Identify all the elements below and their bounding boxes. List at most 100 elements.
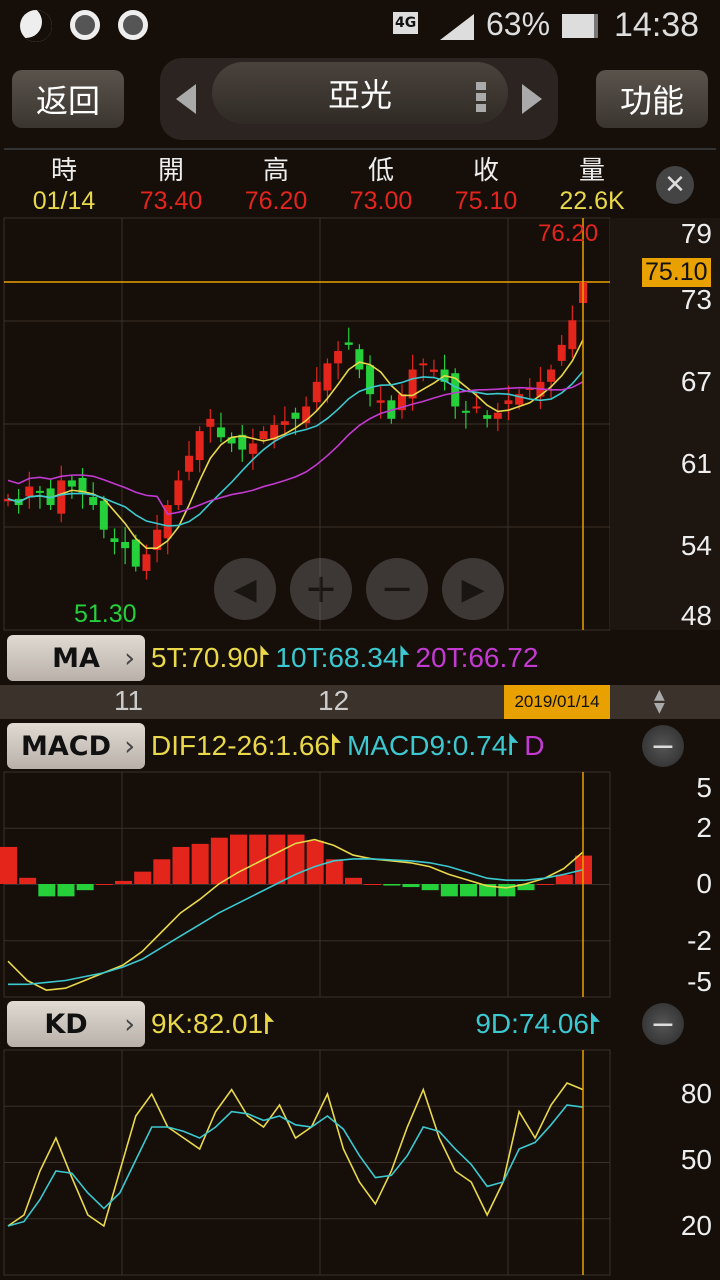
macd-histogram-bar bbox=[421, 884, 439, 891]
scroll-left-button[interactable]: ◀ bbox=[214, 558, 276, 620]
candle-body bbox=[568, 320, 577, 350]
ma5-value: 5T:70.90 bbox=[151, 642, 259, 673]
chevron-right-icon: › bbox=[124, 730, 135, 762]
ma5-line bbox=[7, 339, 584, 549]
candle-body bbox=[142, 554, 151, 571]
candle-body bbox=[419, 363, 428, 366]
flag-icon bbox=[265, 1012, 275, 1034]
ma10-value: 10T:68.34 bbox=[275, 642, 399, 673]
macd-axis: 5 2 0 -2 -5 bbox=[610, 772, 720, 997]
macd-indicator-button[interactable]: MACD › bbox=[7, 723, 145, 769]
candle-body bbox=[57, 480, 66, 514]
y-tick: 0 bbox=[696, 868, 712, 899]
current-price-tag: 75.10 bbox=[642, 258, 711, 287]
date-label: 12 bbox=[318, 685, 350, 716]
zoom-in-button[interactable]: + bbox=[290, 558, 352, 620]
resize-handle-icon[interactable]: ▲ ▼ bbox=[654, 688, 665, 715]
ma-label: MA bbox=[52, 642, 100, 674]
low-marker: 51.30 bbox=[74, 600, 137, 628]
macd-histogram-bar bbox=[191, 843, 209, 884]
ma-indicator-button[interactable]: MA › bbox=[7, 635, 145, 681]
candle-body bbox=[472, 406, 481, 409]
candle-body bbox=[461, 410, 470, 413]
macd-histogram-bar bbox=[172, 846, 190, 884]
y-tick: 80 bbox=[680, 1078, 712, 1109]
k-value: 9K:82.01 bbox=[151, 1008, 264, 1039]
candle-body bbox=[493, 412, 502, 419]
collapse-macd-button[interactable]: − bbox=[642, 725, 684, 767]
macd-histogram-bar bbox=[115, 880, 132, 884]
y-tick: 48 bbox=[680, 600, 712, 631]
flag-icon bbox=[509, 733, 519, 755]
candle-body bbox=[89, 497, 98, 506]
y-tick: -2 bbox=[687, 925, 712, 956]
macd-histogram-bar bbox=[268, 834, 286, 884]
scroll-right-button[interactable]: ▶ bbox=[442, 558, 504, 620]
y-tick: 54 bbox=[680, 530, 712, 561]
k-line bbox=[7, 1082, 584, 1228]
macd-label: MACD bbox=[21, 730, 111, 762]
y-tick: -5 bbox=[687, 966, 712, 997]
candle-body bbox=[185, 455, 194, 472]
flag-icon bbox=[260, 645, 270, 667]
y-tick: 50 bbox=[680, 1144, 712, 1175]
selected-date: 2019/01/14 bbox=[504, 685, 610, 719]
y-tick: 79 bbox=[680, 218, 712, 249]
candle-body bbox=[376, 400, 385, 403]
dif-value: DIF12-26:1.66 bbox=[151, 730, 330, 761]
candle-body bbox=[547, 369, 556, 382]
kd-indicator-button[interactable]: KD › bbox=[7, 1001, 145, 1047]
y-tick: 73 bbox=[680, 284, 712, 315]
candle-body bbox=[504, 400, 513, 405]
flag-icon bbox=[591, 1012, 600, 1034]
chevron-right-icon: › bbox=[124, 1008, 135, 1040]
collapse-kd-button[interactable]: − bbox=[642, 1003, 684, 1045]
ma-values: 5T:70.90 10T:68.34 20T:66.72 bbox=[151, 642, 606, 674]
y-tick: 20 bbox=[680, 1210, 712, 1241]
macd-histogram-bar bbox=[134, 871, 152, 884]
candle-body bbox=[121, 542, 130, 549]
candle-body bbox=[259, 431, 268, 440]
ma20-value: 20T:66.72 bbox=[415, 642, 539, 673]
macd-histogram-bar bbox=[306, 840, 324, 884]
chevron-right-icon: › bbox=[124, 642, 135, 674]
flag-icon bbox=[400, 645, 410, 667]
zoom-out-button[interactable]: − bbox=[366, 558, 428, 620]
macd-histogram-bar bbox=[95, 884, 113, 885]
candle-body bbox=[557, 344, 566, 361]
macd-histogram-bar bbox=[440, 884, 458, 897]
candle-body bbox=[67, 480, 76, 487]
candle-body bbox=[334, 351, 343, 364]
candle-body bbox=[323, 363, 332, 391]
macd-histogram-bar bbox=[57, 884, 75, 897]
candle-body bbox=[99, 500, 108, 530]
kd-legend-row: KD › 9K:82.01 9D:74.06 − bbox=[0, 999, 720, 1049]
date-axis: 11 12 2019/01/14 ▲ ▼ bbox=[0, 685, 720, 719]
d-value: 9D:74.06 bbox=[475, 1008, 589, 1039]
d-line bbox=[7, 1104, 584, 1227]
macd-histogram-bar bbox=[210, 837, 228, 884]
candle-body bbox=[366, 365, 375, 395]
candle-body bbox=[216, 427, 225, 438]
ma-legend-row: MA › 5T:70.90 10T:68.34 20T:66.72 bbox=[0, 633, 720, 683]
macd-histogram-bar bbox=[153, 859, 171, 884]
candle-body bbox=[174, 480, 183, 506]
candle-body bbox=[483, 415, 492, 419]
macd9-value: MACD9:0.74 bbox=[347, 730, 508, 761]
macd-histogram-bar bbox=[364, 884, 382, 885]
candle-body bbox=[35, 490, 44, 493]
y-tick: 67 bbox=[680, 366, 712, 397]
y-tick: 2 bbox=[696, 812, 712, 843]
candle-body bbox=[131, 539, 140, 567]
macd-values: DIF12-26:1.66 MACD9:0.74 D bbox=[151, 730, 606, 762]
macd-histogram-bar bbox=[383, 884, 401, 886]
y-tick: 61 bbox=[680, 448, 712, 479]
candle-body bbox=[344, 342, 353, 345]
macd-histogram-bar bbox=[536, 884, 554, 885]
kd-axis: 80 50 20 bbox=[610, 1050, 720, 1275]
candle-body bbox=[355, 349, 364, 370]
price-axis: 79 73 67 61 54 48 75.10 bbox=[610, 218, 720, 631]
candle-body bbox=[280, 421, 289, 425]
candle-body bbox=[312, 381, 321, 403]
macd-histogram-bar bbox=[76, 884, 94, 891]
